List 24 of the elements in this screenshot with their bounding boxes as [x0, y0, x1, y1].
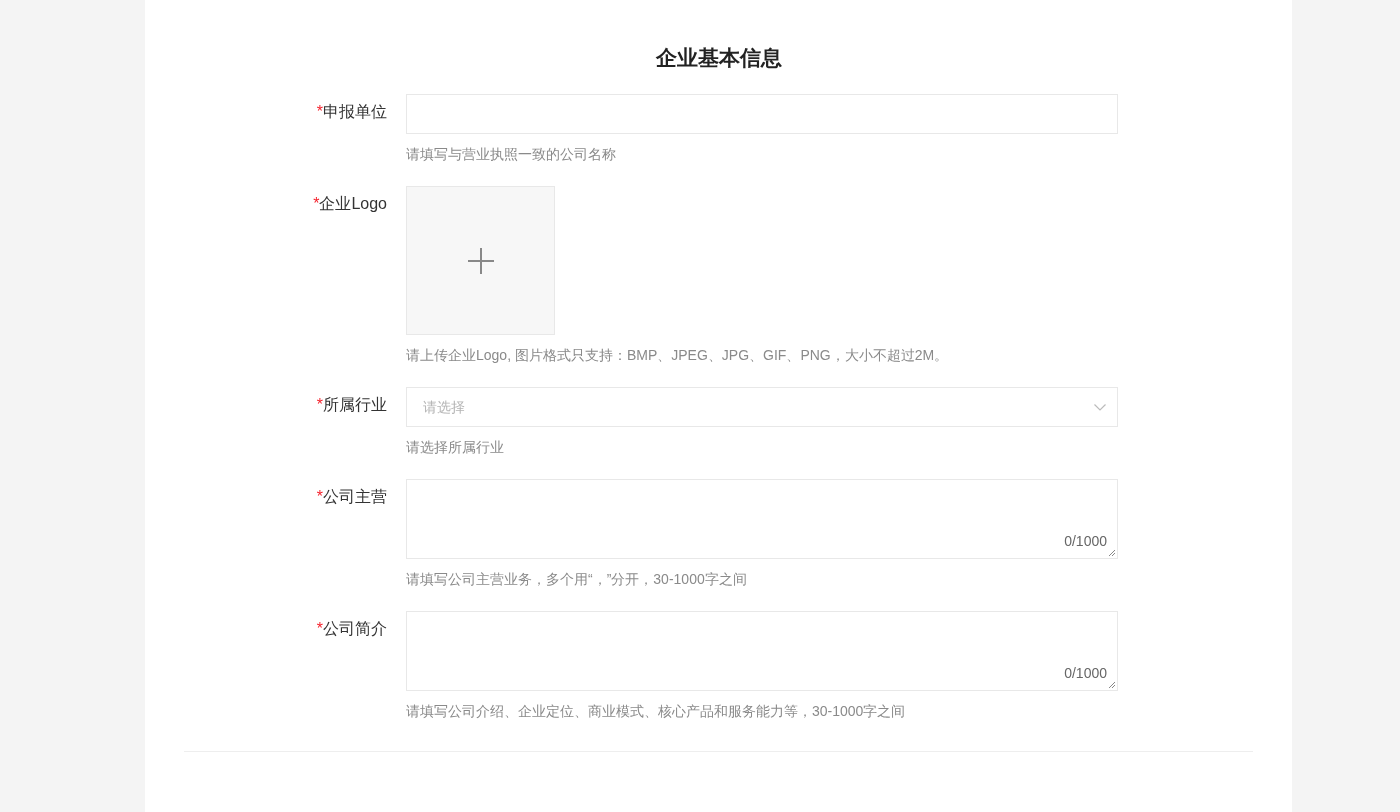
resize-handle-icon[interactable] [1108, 549, 1116, 557]
field-label: 所属行业 [323, 396, 387, 413]
character-counter: 0/1000 [1064, 532, 1107, 551]
field-label: 申报单位 [323, 103, 387, 120]
help-text: 请上传企业Logo, 图片格式只支持：BMP、JPEG、JPG、GIF、PNG，大小不超过2M。 [406, 346, 950, 365]
resize-handle-icon[interactable] [1108, 681, 1116, 689]
help-text: 请填写公司介绍、企业定位、商业模式、核心产品和服务能力等，30-1000字之间 [406, 702, 907, 721]
text-area[interactable]: 0/1000 [406, 479, 1118, 559]
help-text: 请选择所属行业 [406, 438, 505, 457]
plus-icon [467, 247, 494, 274]
required-asterisk: * [316, 488, 323, 505]
character-counter: 0/1000 [1064, 664, 1107, 683]
required-asterisk: * [316, 103, 323, 120]
form-title: 企业基本信息 [654, 45, 783, 71]
required-asterisk: * [316, 620, 323, 637]
chevron-down-icon [1094, 403, 1106, 411]
text-area[interactable]: 0/1000 [406, 611, 1118, 691]
required-asterisk: * [316, 396, 323, 413]
field-label: 公司简介 [323, 620, 387, 637]
help-text: 请填写公司主营业务，多个用“，”分开，30-1000字之间 [406, 570, 748, 589]
help-text: 请填写与营业执照一致的公司名称 [406, 145, 617, 164]
field-label: 企业Logo [319, 195, 387, 212]
field-label: 公司主营 [323, 488, 387, 505]
required-asterisk: * [313, 195, 320, 212]
